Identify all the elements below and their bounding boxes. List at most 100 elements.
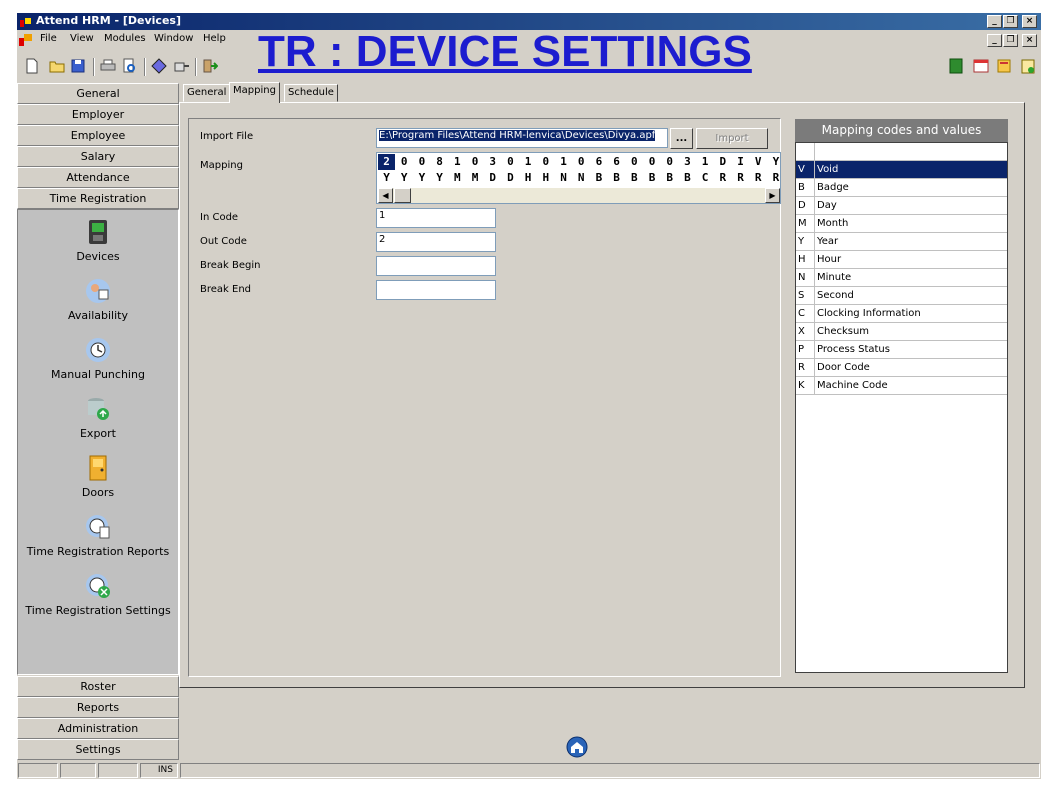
mapping-cell[interactable]: 3: [679, 154, 696, 170]
sidebar-group-employee[interactable]: Employee: [17, 125, 179, 146]
sidebar-group-employer[interactable]: Employer: [17, 104, 179, 125]
mapping-cell[interactable]: I: [732, 154, 749, 170]
sidebar-group-time-registration[interactable]: Time Registration: [17, 188, 179, 209]
menu-modules[interactable]: Modules: [104, 33, 146, 44]
sidebar-item-time-registration-reports[interactable]: Time Registration Reports: [18, 513, 178, 558]
import-file-field[interactable]: E:\Program Files\Attend HRM-lenvica\Devi…: [376, 128, 668, 148]
mapping-cell[interactable]: 1: [520, 154, 537, 170]
mapping-cell[interactable]: M: [449, 170, 466, 186]
code-row[interactable]: K Machine Code: [796, 377, 1007, 395]
data-connect-icon[interactable]: [174, 58, 190, 74]
scroll-left-arrow-icon[interactable]: ◀: [378, 188, 393, 203]
sidebar-item-devices[interactable]: Devices: [18, 218, 178, 263]
scroll-right-arrow-icon[interactable]: ▶: [765, 188, 780, 203]
calendar-tool-icon[interactable]: [973, 58, 989, 74]
sidebar-item-time-registration-settings[interactable]: Time Registration Settings: [18, 572, 178, 617]
mapping-cell[interactable]: 6: [608, 154, 625, 170]
codes-list[interactable]: V Void B Badge D Day M Month Y Year H Hour N Minute S S…: [795, 142, 1008, 673]
mapping-cell[interactable]: D: [502, 170, 519, 186]
mapping-cell[interactable]: V: [750, 154, 767, 170]
open-folder-icon[interactable]: [49, 58, 65, 74]
mapping-cell[interactable]: D: [714, 154, 731, 170]
mapping-cell[interactable]: R: [750, 170, 767, 186]
sidebar-group-roster[interactable]: Roster: [17, 676, 179, 697]
tab-mapping[interactable]: Mapping: [229, 82, 280, 103]
mapping-cell[interactable]: H: [520, 170, 537, 186]
print-preview-icon[interactable]: [121, 58, 137, 74]
mdi-restore-button[interactable]: ❐: [1003, 34, 1018, 47]
exit-door-icon[interactable]: [202, 58, 218, 74]
mapping-cell[interactable]: H: [537, 170, 554, 186]
mdi-minimize-button[interactable]: _: [987, 34, 1002, 47]
sidebar-item-manual-punching[interactable]: Manual Punching: [18, 336, 178, 381]
mapping-cell[interactable]: 0: [626, 154, 643, 170]
break-end-field[interactable]: [376, 280, 496, 300]
clipboard-tool-icon[interactable]: [1020, 58, 1036, 74]
mapping-cell[interactable]: B: [644, 170, 661, 186]
out-code-field[interactable]: 2: [376, 232, 496, 252]
mapping-cell[interactable]: 0: [537, 154, 554, 170]
code-row[interactable]: B Badge: [796, 179, 1007, 197]
code-row[interactable]: H Hour: [796, 251, 1007, 269]
mapping-cell[interactable]: B: [608, 170, 625, 186]
close-button[interactable]: ×: [1022, 15, 1037, 28]
mapping-horizontal-scrollbar[interactable]: ◀ ▶: [378, 188, 780, 203]
mapping-cell[interactable]: 2: [378, 154, 395, 170]
mapping-cell[interactable]: 0: [502, 154, 519, 170]
code-row[interactable]: S Second: [796, 287, 1007, 305]
sidebar-item-doors[interactable]: Doors: [18, 454, 178, 499]
mapping-cell[interactable]: N: [555, 170, 572, 186]
mapping-cell[interactable]: 0: [661, 154, 678, 170]
break-begin-field[interactable]: [376, 256, 496, 276]
menu-window[interactable]: Window: [154, 33, 193, 44]
mapping-cell[interactable]: Y: [767, 154, 780, 170]
save-disk-icon[interactable]: [70, 58, 86, 74]
print-icon[interactable]: [100, 58, 116, 74]
mapping-cell[interactable]: Y: [396, 170, 413, 186]
mapping-cell[interactable]: 1: [449, 154, 466, 170]
code-row[interactable]: X Checksum: [796, 323, 1007, 341]
tab-schedule[interactable]: Schedule: [284, 84, 338, 102]
code-row[interactable]: C Clocking Information: [796, 305, 1007, 323]
mapping-cell[interactable]: Y: [413, 170, 430, 186]
mapping-cell[interactable]: B: [679, 170, 696, 186]
browse-button[interactable]: ...: [670, 128, 693, 149]
sidebar-item-availability[interactable]: Availability: [18, 277, 178, 322]
code-row[interactable]: V Void: [796, 161, 1007, 179]
notes-tool-icon[interactable]: [996, 58, 1012, 74]
mapping-cell[interactable]: 1: [697, 154, 714, 170]
mapping-cell[interactable]: 0: [396, 154, 413, 170]
code-row[interactable]: R Door Code: [796, 359, 1007, 377]
diamond-tool-icon[interactable]: [151, 58, 167, 74]
minimize-button[interactable]: _: [987, 15, 1002, 28]
mapping-cell[interactable]: 3: [484, 154, 501, 170]
mapping-cell[interactable]: 1: [555, 154, 572, 170]
mdi-child-icon[interactable]: [19, 33, 33, 46]
mapping-cell[interactable]: C: [697, 170, 714, 186]
mapping-cell[interactable]: M: [467, 170, 484, 186]
menu-view[interactable]: View: [70, 33, 94, 44]
tab-general[interactable]: General: [183, 84, 231, 102]
mapping-cell[interactable]: B: [626, 170, 643, 186]
menu-help[interactable]: Help: [203, 33, 226, 44]
mapping-cell[interactable]: 0: [467, 154, 484, 170]
sidebar-group-general[interactable]: General: [17, 83, 179, 104]
import-button[interactable]: Import: [696, 128, 768, 149]
restore-button[interactable]: ❐: [1003, 15, 1018, 28]
code-row[interactable]: Y Year: [796, 233, 1007, 251]
mapping-cell[interactable]: R: [714, 170, 731, 186]
sidebar-item-export[interactable]: Export: [18, 395, 178, 440]
code-row[interactable]: D Day: [796, 197, 1007, 215]
mapping-cell[interactable]: B: [590, 170, 607, 186]
sidebar-group-attendance[interactable]: Attendance: [17, 167, 179, 188]
new-document-icon[interactable]: [24, 58, 40, 74]
mapping-cell[interactable]: 0: [644, 154, 661, 170]
green-book-icon[interactable]: [948, 58, 964, 74]
mapping-cell[interactable]: 6: [590, 154, 607, 170]
mdi-close-button[interactable]: ×: [1022, 34, 1037, 47]
mapping-cell[interactable]: 0: [413, 154, 430, 170]
sidebar-group-settings[interactable]: Settings: [17, 739, 179, 760]
mapping-grid[interactable]: 2008103010106600031DIVY YYYYMMDDHHNNBBBB…: [376, 152, 781, 204]
mapping-cell[interactable]: 8: [431, 154, 448, 170]
sidebar-group-reports[interactable]: Reports: [17, 697, 179, 718]
